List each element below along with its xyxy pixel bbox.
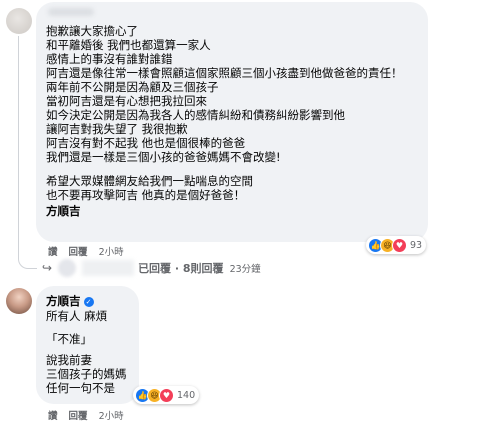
reply-link[interactable]: 回覆 (69, 247, 88, 258)
reply-link[interactable]: 回覆 (69, 411, 88, 422)
comment-timestamp[interactable]: 2小時 (99, 411, 124, 422)
verified-badge-icon: ✓ (83, 297, 94, 307)
replies-timestamp: 23分鐘 (229, 264, 261, 275)
comment-line: 說我前妻 (46, 353, 92, 367)
love-icon: ♥ (392, 237, 407, 253)
comment-line: 希望大眾媒體網友給我們一點喘息的空間 (46, 174, 253, 188)
comment-signature: 方順吉 (46, 204, 81, 218)
comment-line: 和平離婚後 我們也都還算一家人 (46, 38, 211, 52)
commenter-name-blurred[interactable] (48, 8, 94, 16)
comment-author[interactable]: 方順吉 ✓ (46, 293, 94, 309)
comment-line: 我們還是一樣是三個小孩的爸爸媽媽不會改變! (46, 150, 281, 164)
author-avatar[interactable] (6, 288, 32, 314)
comment-actions: 讚 回覆 2小時 (48, 244, 132, 258)
comment-timestamp[interactable]: 2小時 (99, 247, 124, 258)
comment-line: 讓阿吉對我失望了 我很抱歉 (46, 122, 188, 136)
comment-line: 阿吉沒有對不起我 他也是個很棒的爸爸 (46, 136, 246, 150)
comment-line: 「不准」 (46, 332, 92, 346)
like-link[interactable]: 讚 (48, 247, 58, 258)
comment-line: 當初阿吉還是有心想把我拉回來 (46, 94, 207, 108)
comment-line: 感情上的事沒有誰對誰錯 (46, 52, 173, 66)
author-name[interactable]: 方順吉 (46, 294, 81, 308)
reply-arrow-icon: ↪ (42, 261, 53, 275)
commenter-avatar[interactable] (6, 8, 32, 34)
comment-line: 如今決定公開是因為我各人的感情糾紛和債務糾紛影響到他 (46, 108, 345, 122)
replier-avatar-blurred (58, 259, 77, 277)
reaction-summary[interactable]: 👍 😆 ♥ 140 (133, 386, 200, 404)
comment-line: 抱歉讓大家擔心了 (46, 24, 138, 38)
replies-link[interactable]: 已回覆 · 8則回覆 (138, 260, 224, 276)
like-link[interactable]: 讚 (48, 411, 58, 422)
comment-line: 阿吉還是像往常一樣會照顧這個家照顧三個小孩盡到他做爸爸的責任！ (46, 66, 403, 80)
replier-name-blurred (82, 260, 135, 276)
love-icon: ♥ (159, 387, 174, 403)
reaction-count: 93 (410, 239, 423, 251)
reaction-summary[interactable]: 👍 😆 ♥ 93 (366, 236, 427, 254)
comment-line: 所有人 麻煩 (46, 309, 108, 323)
view-replies-row[interactable]: ↪ 已回覆 · 8則回覆 23分鐘 (42, 258, 261, 278)
reply-thread-line (18, 36, 37, 269)
comment-actions: 讚 回覆 2小時 (48, 408, 132, 422)
comment-line: 也不要再攻擊阿吉 他真的是個好爸爸！ (46, 188, 246, 202)
reaction-count: 140 (177, 389, 196, 401)
comment-line: 任何一句不是 (46, 381, 115, 395)
comment-line: 三個孩子的媽媽 (46, 367, 127, 381)
comment-line: 兩年前不公開是因為顧及三個孩子 (46, 80, 219, 94)
